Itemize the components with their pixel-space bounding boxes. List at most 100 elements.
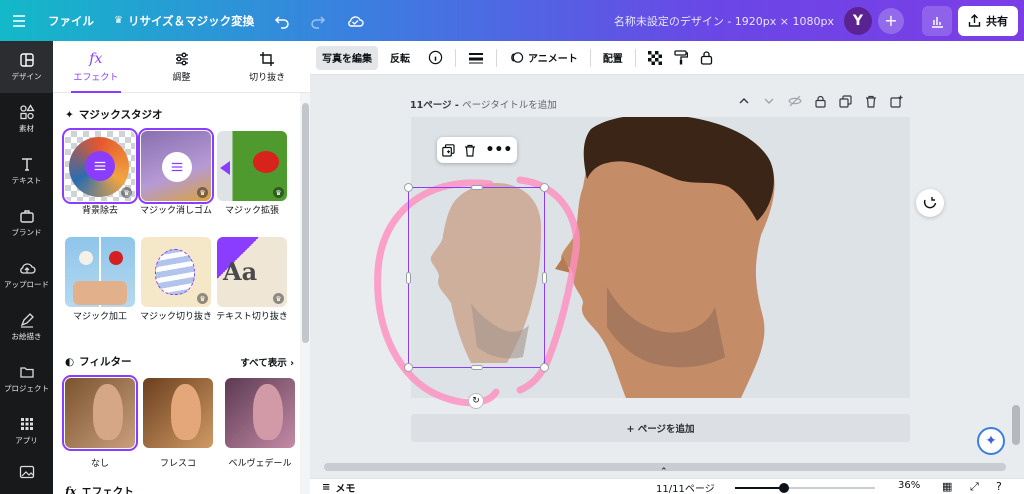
filter-fresco-tile[interactable] [143, 378, 213, 448]
magic-eraser-tile[interactable]: ♛ [138, 128, 214, 204]
panel-scrollbar[interactable] [300, 93, 310, 494]
crown-icon: ♛ [273, 187, 284, 198]
share-label: 共有 [986, 14, 1008, 28]
more-icon[interactable]: ••• [485, 143, 512, 157]
flip-button[interactable]: 反転 [384, 46, 416, 70]
tab-crop[interactable]: 切り抜き [224, 41, 310, 92]
rail-item-photos[interactable] [0, 457, 53, 487]
design-title[interactable]: 名称未設定のデザイン - 1920px × 1080px [604, 0, 844, 41]
rail-item-apps[interactable]: アプリ [0, 405, 53, 457]
redo-button[interactable] [300, 0, 336, 41]
lock-button[interactable] [694, 46, 719, 70]
rail-item-projects[interactable]: プロジェクト [0, 353, 53, 405]
lock-icon[interactable] [815, 95, 826, 108]
cloud-upload-icon [19, 263, 36, 274]
zoom-slider[interactable] [735, 483, 875, 493]
trash-icon[interactable] [865, 95, 877, 108]
canvas-vertical-scrollbar[interactable] [1012, 405, 1020, 445]
resize-handle-right[interactable] [542, 272, 547, 284]
tile-label: マジック拡張 [224, 206, 279, 216]
file-menu[interactable]: ファイル [38, 0, 104, 41]
rail-item-brand[interactable]: ブランド [0, 197, 53, 249]
effects-title: エフェクト [81, 486, 134, 494]
magic-edit-tile[interactable] [65, 237, 135, 307]
magic-grab-tile[interactable]: ♛ [141, 237, 211, 307]
avatar[interactable]: Y [844, 6, 872, 35]
edit-photo-panel: fx エフェクト 調整 切り抜き ✦ マジックスタジオ ♛ 背景除去 ♛ マジッ… [53, 41, 310, 494]
page-count[interactable]: 11/11ページ [656, 480, 715, 494]
sample-text-glyph: Aa [223, 257, 258, 286]
plus-icon: + [884, 11, 898, 30]
tab-effects[interactable]: fx エフェクト [53, 41, 139, 93]
fullscreen-icon[interactable]: ⤢ [970, 480, 979, 494]
magic-bg-remove-tile[interactable]: ♛ [62, 128, 138, 204]
add-page-button[interactable]: + ページを追加 [411, 414, 910, 442]
copy-style-button[interactable] [668, 46, 694, 70]
filter-none-tile[interactable] [62, 375, 138, 451]
info-button[interactable] [422, 46, 449, 70]
hide-icon[interactable] [788, 95, 802, 107]
undo-icon [275, 15, 289, 29]
analytics-button[interactable] [922, 5, 952, 36]
border-style-button[interactable] [462, 46, 490, 70]
add-collaborator-button[interactable]: + [878, 7, 904, 34]
undo-button[interactable] [264, 0, 300, 41]
rotate-handle[interactable]: ↻ [468, 393, 484, 409]
bottom-bar: ≡ メモ 11/11ページ 36% ▦ ⤢ ? [310, 478, 1024, 494]
magic-expand-tile[interactable]: ♛ [217, 131, 287, 201]
sparkle-icon: ✦ [985, 433, 997, 449]
duplicate-icon[interactable] [441, 143, 455, 157]
filter-belvedere-tile[interactable] [225, 378, 295, 448]
animate-icon [511, 52, 524, 63]
help-icon[interactable]: ? [996, 480, 1002, 493]
chevron-right-icon: › [290, 358, 294, 369]
grid-view-icon[interactable]: ▦ [942, 480, 952, 493]
chevron-up-icon[interactable] [738, 95, 750, 107]
cloud-save-button[interactable] [336, 0, 374, 41]
zoom-level[interactable]: 36% [898, 480, 920, 491]
rail-item-draw[interactable]: お絵描き [0, 301, 53, 353]
filters-heading: ◐ フィルター [65, 354, 131, 369]
menu-button[interactable] [0, 0, 38, 41]
scroll-thumb[interactable] [302, 103, 309, 343]
resize-handle-bottom[interactable] [471, 365, 483, 370]
edit-photo-button[interactable]: 写真を編集 [316, 45, 378, 70]
balloon-image [155, 249, 195, 295]
rail-item-design[interactable]: デザイン [0, 41, 53, 93]
animate-button[interactable]: アニメート [503, 46, 584, 70]
trash-icon[interactable] [464, 144, 476, 157]
zoom-slider-knob[interactable] [779, 483, 789, 493]
adjust-badge [85, 151, 115, 181]
position-button[interactable]: 配置 [597, 46, 629, 70]
chevron-down-icon[interactable] [763, 95, 775, 107]
rail-item-upload[interactable]: アップロード [0, 249, 53, 301]
rail-label: お絵描き [11, 332, 42, 341]
see-all-filters-link[interactable]: すべて表示 › [240, 355, 294, 369]
tile-label: マジック切り抜き [139, 312, 212, 322]
image-icon [19, 465, 34, 479]
resize-button[interactable]: ♛ リサイズ＆マジック変換 [104, 0, 264, 41]
resize-handle-bottom-right[interactable] [540, 363, 549, 372]
page-title-input[interactable]: ページタイトルを追加 [462, 100, 557, 111]
folder-icon [19, 367, 34, 378]
resize-handle-top[interactable] [471, 185, 483, 190]
notes-button[interactable]: ≡ メモ [322, 480, 355, 494]
duplicate-page-icon[interactable] [839, 95, 852, 108]
add-page-icon[interactable] [890, 95, 903, 108]
resize-handle-left[interactable] [406, 272, 411, 284]
resize-handle-bottom-left[interactable] [404, 363, 413, 372]
rail-label: ブランド [11, 228, 42, 237]
resize-handle-top-right[interactable] [540, 183, 549, 192]
rail-item-elements[interactable]: 素材 [0, 93, 53, 145]
chevron-up-icon[interactable]: ⌃ [660, 467, 668, 477]
tab-adjust[interactable]: 調整 [139, 41, 225, 92]
cloud-icon [348, 15, 364, 27]
resize-handle-top-left[interactable] [404, 183, 413, 192]
share-button[interactable]: 共有 [958, 5, 1018, 36]
text-grab-tile[interactable]: Aa ♛ [217, 237, 287, 307]
refresh-suggestion-button[interactable] [916, 189, 944, 217]
rail-item-text[interactable]: テキスト [0, 145, 53, 197]
transparency-button[interactable] [642, 46, 668, 70]
selection-box[interactable] [404, 183, 549, 372]
magic-assistant-button[interactable]: ✦ [977, 427, 1005, 455]
